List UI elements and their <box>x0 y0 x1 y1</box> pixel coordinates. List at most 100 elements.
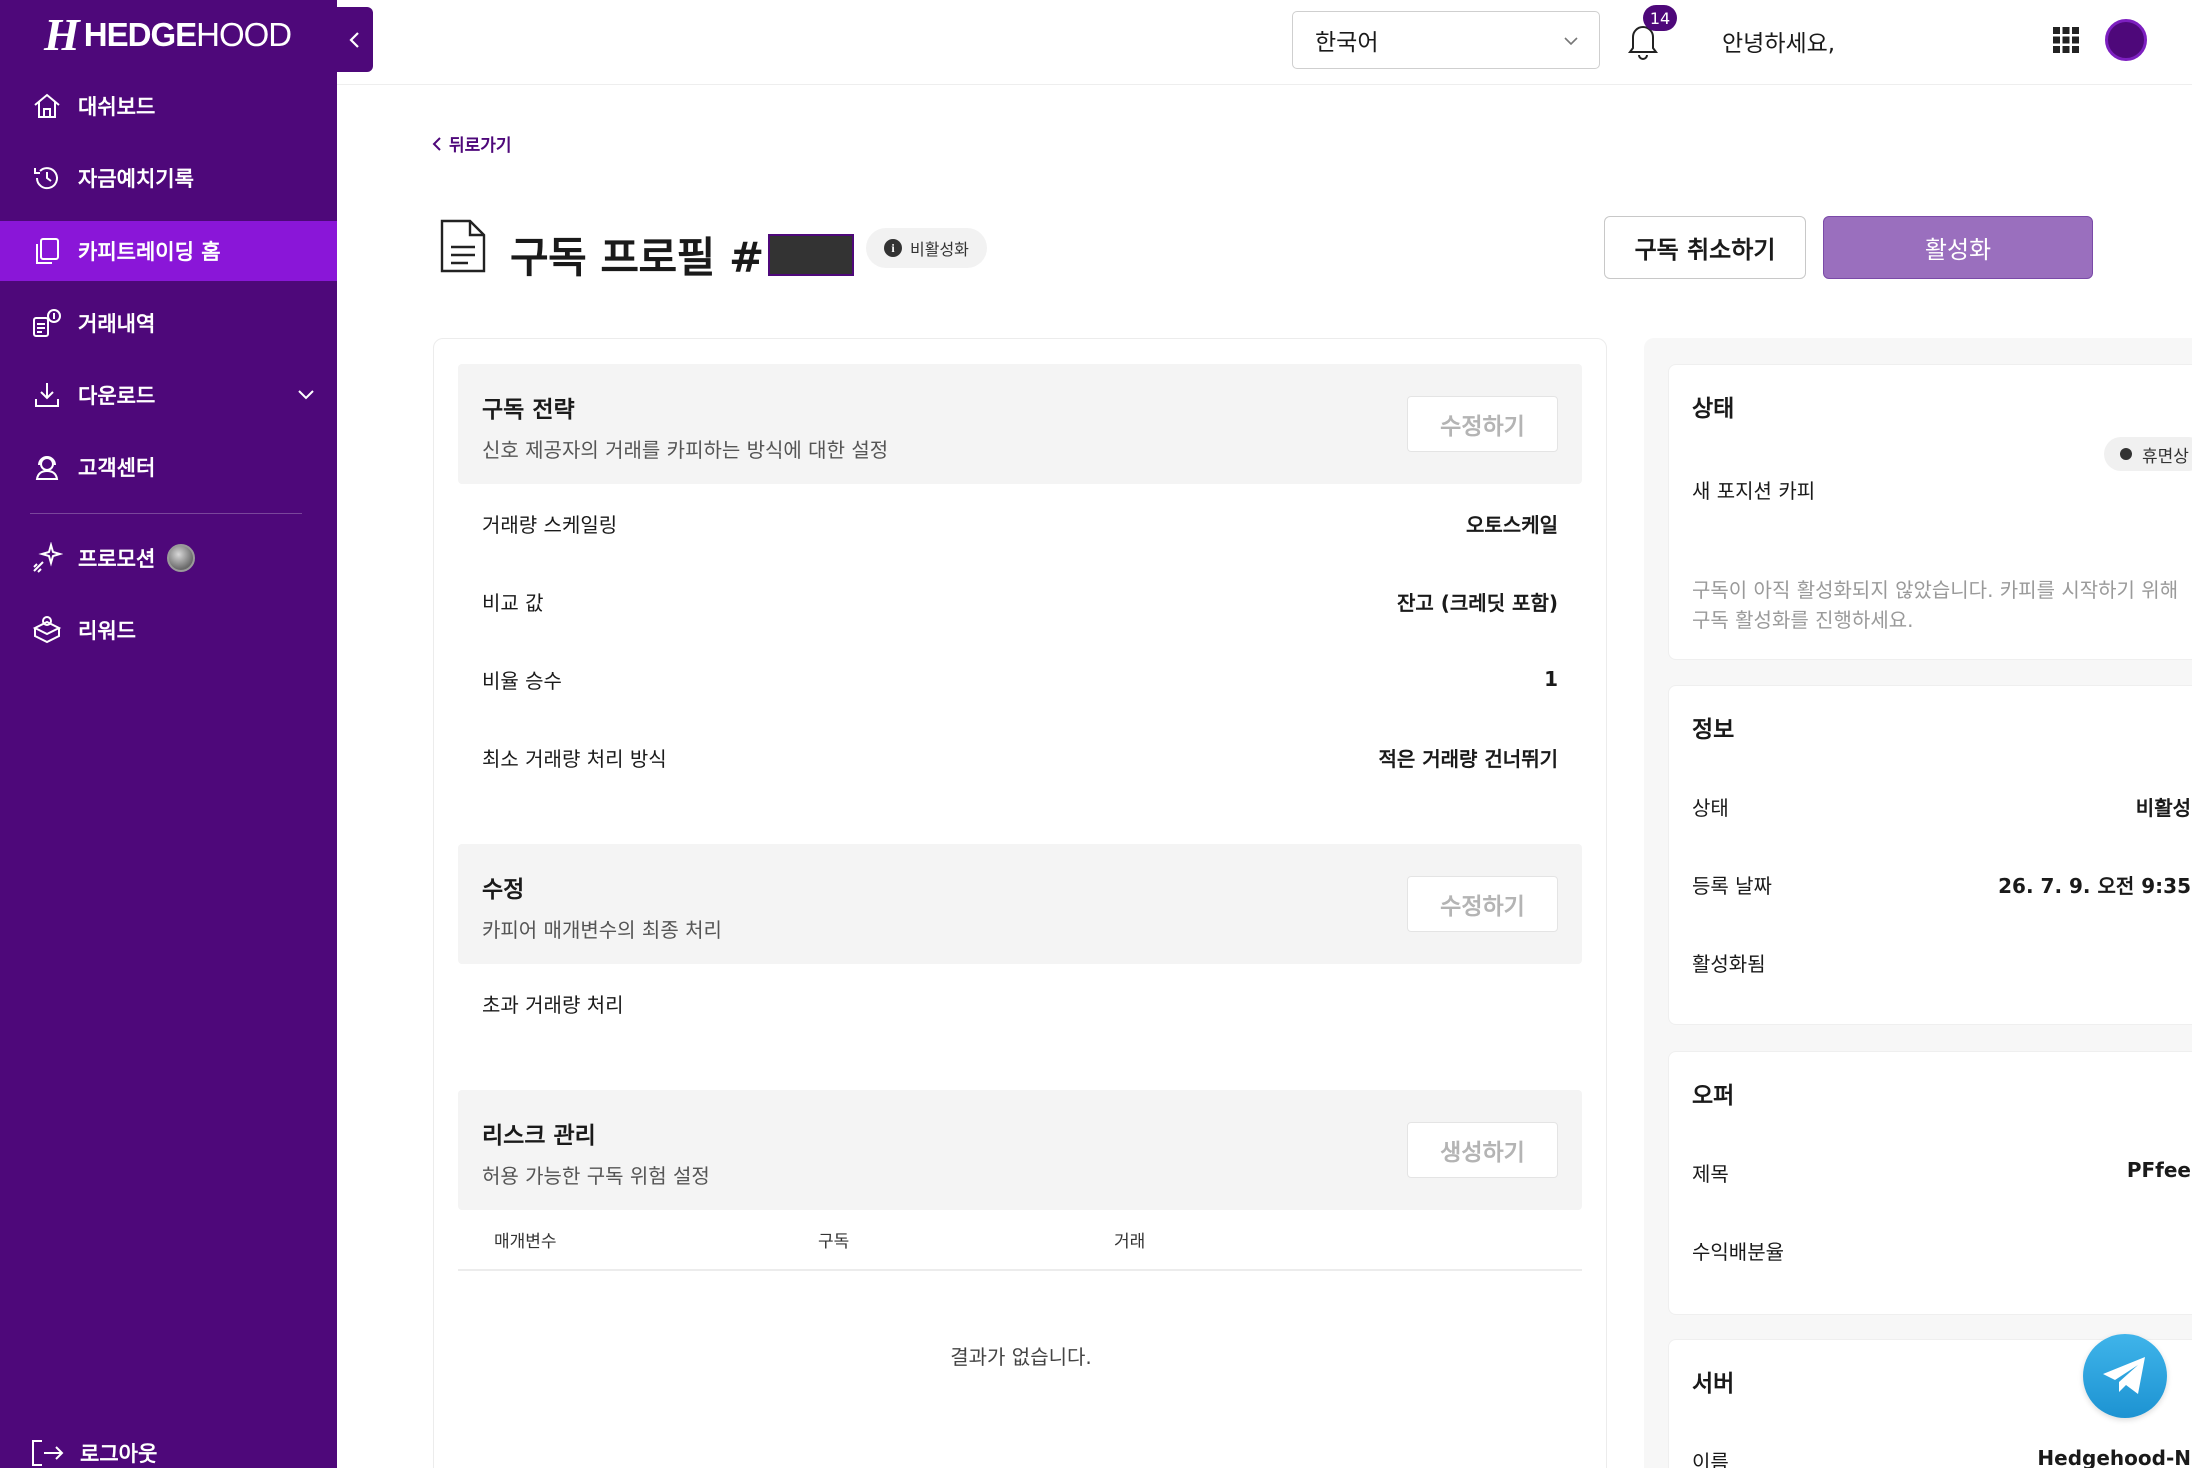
row-key: 초과 거래량 처리 <box>482 992 624 1017</box>
logout-icon <box>32 1440 64 1466</box>
info-value: 26. 7. 9. 오전 9:35 <box>1998 874 2191 898</box>
topbar: 한국어 14 안녕하세요, <box>337 0 2192 85</box>
copy-positions-label: 새 포지션 카피 <box>1692 479 1816 503</box>
row-key: 비율 승수 <box>482 668 562 693</box>
page-title-text: 구독 프로필 # <box>510 233 764 282</box>
copy-icon <box>30 234 64 268</box>
risk-section-header: 리스크 관리 허용 가능한 구독 위험 설정 생성하기 <box>458 1090 1582 1210</box>
apps-grid-icon[interactable] <box>2052 26 2080 58</box>
activate-button[interactable]: 활성화 <box>1823 216 2093 279</box>
strategy-edit-button[interactable]: 수정하기 <box>1407 396 1558 452</box>
row-key: 비교 값 <box>482 590 544 615</box>
info-card-title: 정보 <box>1692 717 1735 743</box>
sidebar-item-trade-history[interactable]: 거래내역 <box>0 293 337 353</box>
sidebar-item-support[interactable]: 고객센터 <box>0 437 337 497</box>
sidebar-item-copytrading-home[interactable]: 카피트레이딩 홈 <box>0 221 337 281</box>
sparkle-icon <box>30 541 64 575</box>
table-header-parameter[interactable]: 매개변수 <box>494 1227 557 1252</box>
redacted-id <box>767 233 854 276</box>
server-key: 이름 <box>1692 1450 1729 1468</box>
row-value: 오토스케일 <box>1466 512 1558 537</box>
sidebar-collapse-button[interactable] <box>337 7 373 72</box>
row-value: 잔고 (크레딧 포함) <box>1396 590 1558 615</box>
status-badge: i 비활성화 <box>866 228 987 268</box>
avatar[interactable] <box>2105 19 2147 61</box>
sidebar-item-label: 대쉬보드 <box>78 95 156 119</box>
server-value: Hedgehood-N <box>2037 1446 2191 1468</box>
language-select[interactable]: 한국어 <box>1292 11 1600 69</box>
strategy-row: 최소 거래량 처리 방식 적은 거래량 건너뛰기 <box>482 737 1558 777</box>
modification-edit-button[interactable]: 수정하기 <box>1407 876 1558 932</box>
strategy-section-header: 구독 전략 신호 제공자의 거래를 카피하는 방식에 대한 설정 수정하기 <box>458 364 1582 484</box>
table-header-subscription[interactable]: 구독 <box>818 1227 849 1252</box>
telegram-button[interactable] <box>2083 1334 2167 1418</box>
sidebar-divider <box>30 513 302 514</box>
sidebar-item-promotion[interactable]: 프로모션 <box>0 528 337 588</box>
brand-logo[interactable]: H HEDGEHOOD <box>44 9 292 60</box>
risk-description: 허용 가능한 구독 위험 설정 <box>482 1164 710 1188</box>
risk-create-button[interactable]: 생성하기 <box>1407 1122 1558 1178</box>
logout-button[interactable]: 로그아웃 <box>30 1438 157 1468</box>
empty-state-text: 결과가 없습니다. <box>950 1345 1092 1369</box>
risk-title: 리스크 관리 <box>482 1123 596 1149</box>
modification-row: 초과 거래량 처리 <box>482 983 1558 1023</box>
logo-mark: H <box>44 9 80 60</box>
offer-card-title: 오퍼 <box>1692 1083 1735 1109</box>
back-link[interactable]: 뒤로가기 <box>431 131 512 156</box>
sidebar-item-label: 리워드 <box>78 619 136 643</box>
offer-key: 수익배분율 <box>1692 1240 1784 1264</box>
logout-label: 로그아웃 <box>80 1442 158 1466</box>
strategy-row: 비율 승수 1 <box>482 659 1558 699</box>
logo-name-bold: HEDGE <box>83 16 197 53</box>
sidebar-item-label: 카피트레이딩 홈 <box>78 240 221 264</box>
strategy-row: 거래량 스케일링 오토스케일 <box>482 503 1558 543</box>
chevron-left-icon <box>432 136 441 151</box>
history-icon <box>30 161 64 195</box>
sidebar-item-label: 거래내역 <box>78 312 156 336</box>
server-card-title: 서버 <box>1692 1371 1735 1397</box>
status-card-title: 상태 <box>1692 396 1735 422</box>
logo-name-light: HOOD <box>196 16 292 53</box>
offer-key: 제목 <box>1692 1162 1729 1186</box>
copy-status-text: 휴면상 <box>2142 446 2189 467</box>
offer-card: 오퍼 제목 PFfee 수익배분율 <box>1668 1051 2192 1315</box>
support-icon <box>30 450 64 484</box>
sidebar-item-download[interactable]: 다운로드 <box>0 365 337 425</box>
info-card: 정보 상태 비활성 등록 날짜 26. 7. 9. 오전 9:35 활성화됨 <box>1668 685 2192 1025</box>
subscription-settings-card: 구독 전략 신호 제공자의 거래를 카피하는 방식에 대한 설정 수정하기 거래… <box>433 338 1607 1468</box>
activation-note: 구독이 아직 활성화되지 않았습니다. 카피를 시작하기 위해 구독 활성화를 … <box>1692 575 2178 635</box>
strategy-title: 구독 전략 <box>482 397 575 423</box>
table-header-trade[interactable]: 거래 <box>1114 1227 1145 1252</box>
sidebar: H HEDGEHOOD 대쉬보드 자금예치기록 카피트레이딩 홈 거래내역 다운… <box>0 0 337 1468</box>
sidebar-item-label: 프로모션 <box>78 547 156 571</box>
row-key: 최소 거래량 처리 방식 <box>482 746 667 771</box>
page-title: 구독 프로필 # <box>510 224 854 285</box>
activation-note-line: 구독 활성화를 진행하세요. <box>1692 608 1914 632</box>
chevron-down-icon[interactable] <box>295 383 317 409</box>
sidebar-item-label: 다운로드 <box>78 384 156 408</box>
status-dot-icon <box>2120 448 2132 460</box>
modification-section-header: 수정 카피어 매개변수의 최종 처리 수정하기 <box>458 844 1582 964</box>
sidebar-item-label: 고객센터 <box>78 456 156 480</box>
back-label: 뒤로가기 <box>449 136 512 156</box>
row-value: 적은 거래량 건너뛰기 <box>1378 746 1558 771</box>
info-key: 상태 <box>1692 796 1729 820</box>
modification-description: 카피어 매개변수의 최종 처리 <box>482 918 722 942</box>
sidebar-item-reward[interactable]: 리워드 <box>0 600 337 660</box>
telegram-icon <box>2103 1357 2145 1394</box>
notification-badge: 14 <box>1643 5 1677 31</box>
modification-title: 수정 <box>482 877 525 903</box>
strategy-description: 신호 제공자의 거래를 카피하는 방식에 대한 설정 <box>482 438 889 462</box>
coin-icon <box>167 544 196 572</box>
sidebar-item-label: 자금예치기록 <box>78 167 194 191</box>
greeting-text: 안녕하세요, <box>1722 31 1836 57</box>
language-value: 한국어 <box>1315 30 1379 56</box>
info-key: 등록 날짜 <box>1692 874 1772 898</box>
sidebar-item-deposit-history[interactable]: 자금예치기록 <box>0 148 337 208</box>
offer-value: PFfee <box>2126 1158 2191 1182</box>
cancel-subscription-button[interactable]: 구독 취소하기 <box>1604 216 1806 279</box>
status-badge-label: 비활성화 <box>910 240 969 259</box>
document-icon <box>438 218 488 278</box>
status-card: 상태 새 포지션 카피 휴면상 구독이 아직 활성화되지 않았습니다. 카피를 … <box>1668 364 2192 660</box>
sidebar-item-dashboard[interactable]: 대쉬보드 <box>0 76 337 136</box>
